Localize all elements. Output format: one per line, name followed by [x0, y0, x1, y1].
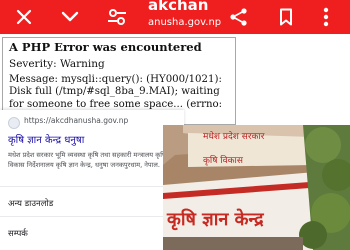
site-favicon-icon	[8, 117, 20, 129]
result-url[interactable]: https://akcdhanusha.gov.np	[24, 116, 128, 125]
error-severity: Severity: Warning	[9, 58, 105, 70]
more-options-icon[interactable]	[320, 0, 332, 34]
sign-top-text: मधेश प्रदेश सरकार	[203, 130, 265, 142]
result-title-link[interactable]: कृषि ज्ञान केन्द्र धनुषा	[8, 132, 84, 146]
browser-toolbar: akchan anusha.gov.np	[0, 0, 350, 34]
address-area[interactable]: akchan anusha.gov.np	[148, 0, 228, 34]
result-snippet: मधेश प्रदेश सरकार भूमि व्यवस्था कृषि तथा…	[8, 151, 166, 169]
divider	[0, 216, 184, 217]
share-icon[interactable]	[228, 0, 250, 34]
sitelink-contact[interactable]: सम्पर्क	[8, 228, 28, 239]
page-settings-icon[interactable]	[106, 0, 128, 34]
page-url: anusha.gov.np	[148, 17, 222, 28]
sitelink-downloads[interactable]: अन्य डाउनलोड	[8, 198, 53, 209]
chevron-down-icon[interactable]	[60, 0, 80, 34]
building-photo: मधेश प्रदेश सरकार कृषि विकास कृषि ज्ञान …	[163, 125, 350, 250]
page-title: akchan	[148, 0, 209, 14]
divider	[0, 186, 184, 187]
search-result-card: https://akcdhanusha.gov.np कृषि ज्ञान के…	[0, 110, 184, 250]
error-heading: A PHP Error was encountered	[9, 40, 202, 54]
close-icon[interactable]	[14, 0, 34, 34]
sign-mid-text: कृषि विकास	[203, 154, 244, 166]
bookmark-icon[interactable]	[276, 0, 296, 34]
sign-main-text: कृषि ज्ञान केन्द्र	[166, 208, 265, 231]
